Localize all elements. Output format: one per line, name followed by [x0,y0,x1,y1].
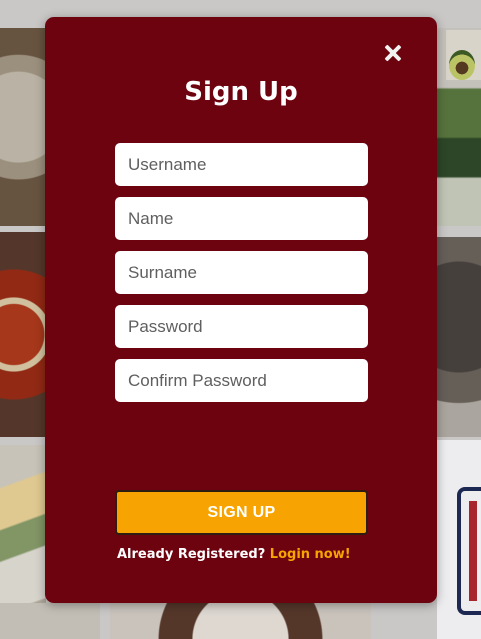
login-link[interactable]: Login now! [270,547,351,562]
surname-input[interactable] [115,251,368,294]
signup-button[interactable]: SIGN UP [115,490,368,535]
login-prompt: Already Registered? Login now! [117,547,351,562]
name-input[interactable] [115,197,368,240]
password-input[interactable] [115,305,368,348]
already-registered-text: Already Registered? [117,547,266,562]
username-input[interactable] [115,143,368,186]
signup-modal: Sign Up SIGN UP Already Registered? Logi… [45,17,437,603]
confirm-password-input[interactable] [115,359,368,402]
modal-title: Sign Up [184,77,298,107]
close-icon[interactable] [381,41,405,65]
